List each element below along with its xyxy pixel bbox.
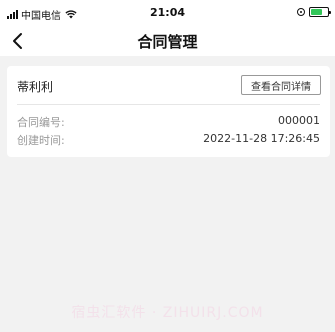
nav-bar: 合同管理 — [0, 26, 335, 56]
contract-number-value: 000001 — [278, 114, 320, 127]
created-time-row: 创建时间: 2022-11-28 17:26:45 — [17, 132, 320, 148]
orientation-lock-icon — [297, 8, 305, 16]
created-time-label: 创建时间: — [17, 134, 65, 147]
created-time-value: 2022-11-28 17:26:45 — [203, 132, 320, 145]
status-time: 21:04 — [149, 6, 185, 19]
view-contract-details-button[interactable]: 查看合同详情 — [241, 75, 321, 95]
status-bar: 中国电信 21:04 — [0, 0, 335, 26]
divider — [17, 104, 320, 105]
status-right — [297, 7, 331, 17]
contract-number-label: 合同编号: — [17, 116, 65, 129]
contract-card: 蒂利利 查看合同详情 合同编号: 000001 创建时间: 2022-11-28… — [7, 66, 330, 157]
battery-icon — [309, 7, 331, 17]
contract-number-row: 合同编号: 000001 — [17, 114, 320, 130]
contract-party-name: 蒂利利 — [17, 80, 54, 94]
watermark: 宿虫汇软件 · ZIHUIRJ.COM — [71, 305, 264, 321]
page-title: 合同管理 — [137, 33, 198, 51]
